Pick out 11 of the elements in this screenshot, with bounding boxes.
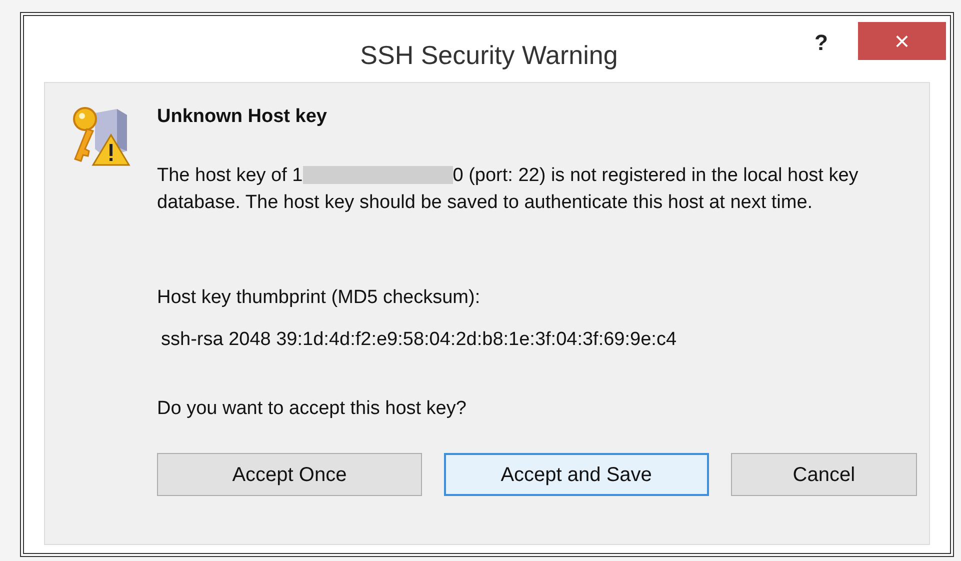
dialog-button[interactable]: Accept Once (157, 453, 422, 496)
thumbprint-value: ssh-rsa 2048 39:1d:4d:f2:e9:58:04:2d:b8:1e:3f:04:3f:69:9e:c4 (161, 328, 678, 352)
close-button[interactable]: × (858, 22, 946, 60)
warning-heading: Unknown Host key (157, 105, 328, 129)
help-button[interactable]: ? (814, 26, 828, 59)
dialog-button[interactable]: Accept and Save (444, 453, 709, 496)
thumbprint-label: Host key thumbprint (MD5 checksum): (157, 286, 482, 310)
warning-message: The host key of 1 0 (port: 22) is not registered in the local host key database. The host key should be saved to authenticate this host at next time. (157, 164, 860, 214)
question-text: Do you want to accept this host key? (157, 396, 468, 420)
window-title: SSH Security Warning (359, 39, 619, 72)
dialog-button[interactable]: Cancel (730, 453, 917, 496)
